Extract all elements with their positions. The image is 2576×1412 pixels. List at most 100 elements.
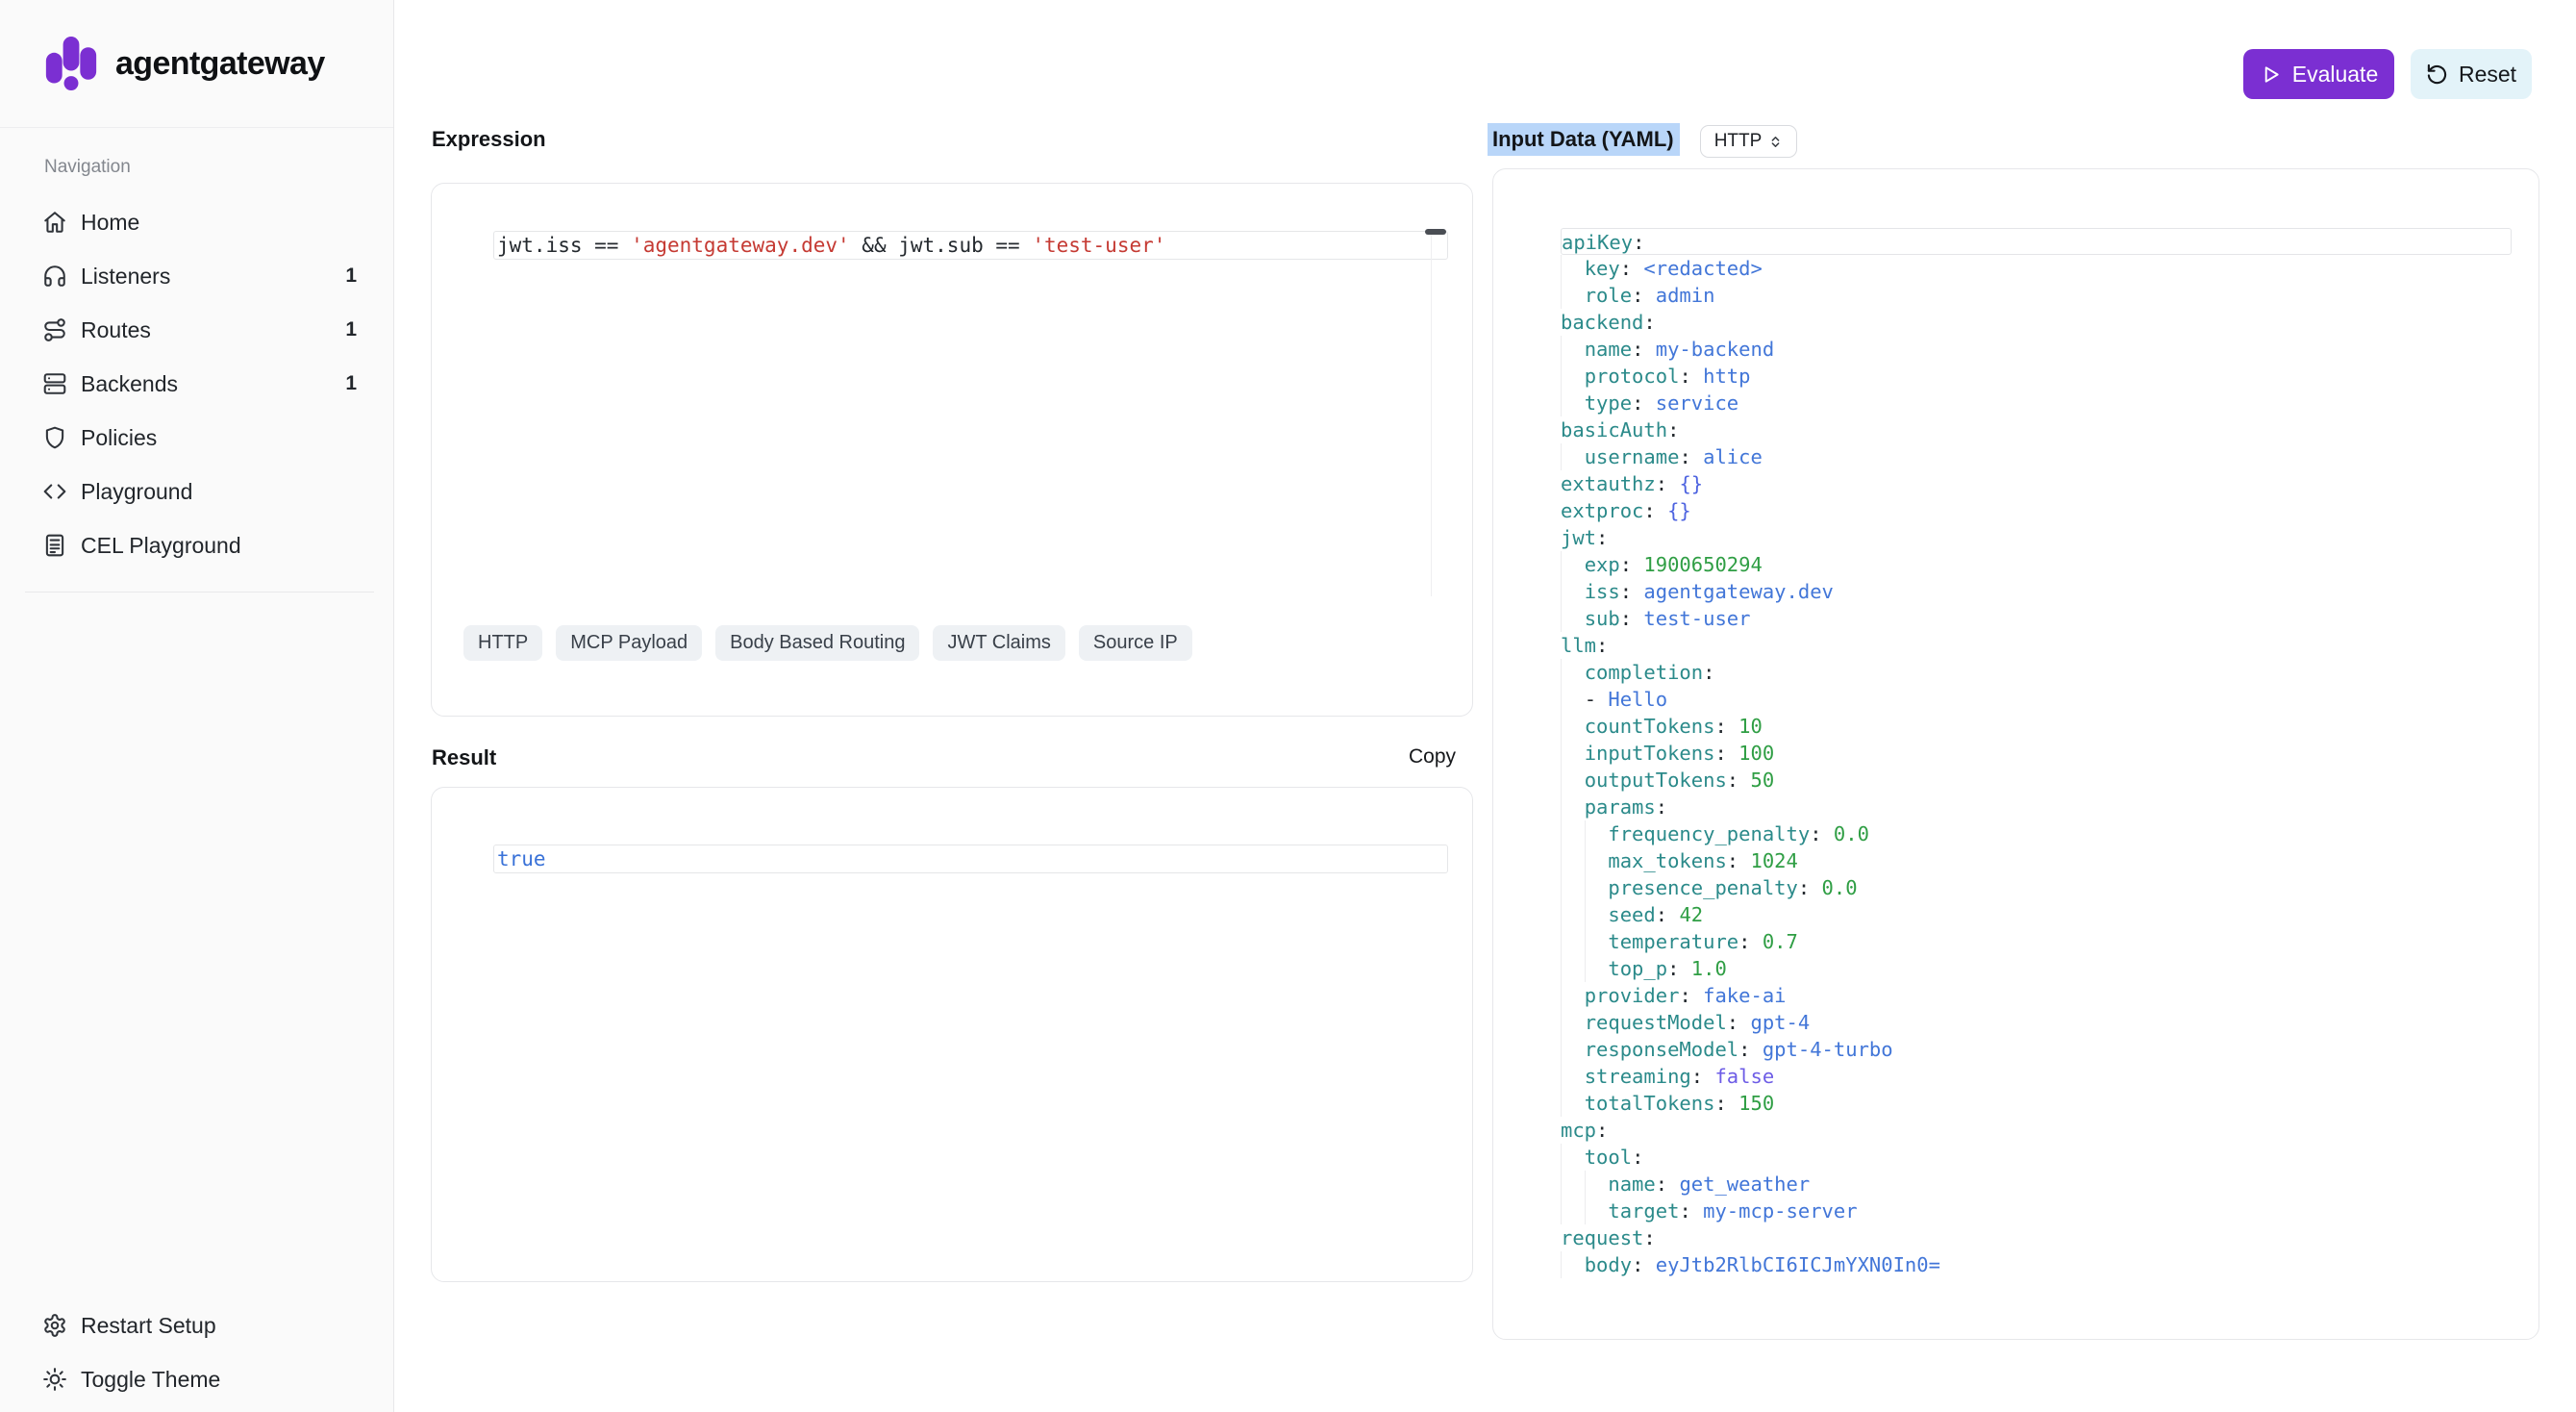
editor-scrollbar-thumb[interactable] [1425, 229, 1446, 235]
sidebar-item-home[interactable]: Home [23, 195, 376, 249]
indent-guide [1585, 928, 1609, 955]
yaml-line: backend: [1561, 309, 2512, 336]
yaml-key: exp [1585, 553, 1620, 576]
yaml-key: outputTokens [1585, 769, 1727, 792]
yaml-colon: : [1691, 1065, 1703, 1088]
home-icon [42, 210, 67, 235]
yaml-line: inputTokens: 100 [1561, 740, 2512, 767]
indent-guide [1561, 955, 1585, 982]
editor-scrollbar-track [1431, 229, 1432, 596]
yaml-value: gpt-4 [1750, 1011, 1810, 1034]
yaml-value: 150 [1738, 1092, 1774, 1115]
yaml-key: presence_penalty [1608, 876, 1797, 899]
yaml-colon: : [1679, 445, 1690, 468]
yaml-key: provider [1585, 984, 1680, 1007]
indent-guide [1561, 1251, 1585, 1278]
indent-guide [1585, 1198, 1609, 1224]
yaml-line: basicAuth: [1561, 416, 2512, 443]
yaml-key: max_tokens [1608, 849, 1726, 872]
sidebar-item-count: 1 [345, 318, 363, 341]
yaml-key: body [1585, 1253, 1632, 1276]
yaml-colon: : [1620, 553, 1632, 576]
result-title: Result [432, 745, 496, 770]
sidebar-item-playground[interactable]: Playground [23, 465, 376, 518]
indent-guide [1561, 282, 1585, 309]
indent-guide [1585, 955, 1609, 982]
yaml-line: countTokens: 10 [1561, 713, 2512, 740]
indent-guide [1561, 794, 1585, 820]
yaml-colon: : [1810, 822, 1821, 845]
sidebar-item-label: CEL Playground [81, 533, 343, 559]
yaml-key: mcp [1561, 1119, 1596, 1142]
yaml-value: service [1656, 391, 1738, 415]
yaml-key: name [1608, 1172, 1655, 1196]
yaml-editor[interactable]: apiKey:key: <redacted>role: adminbackend… [1493, 169, 2538, 1339]
yaml-value: my-backend [1656, 338, 1774, 361]
indent-guide [1561, 578, 1585, 605]
sidebar-item-cel-playground[interactable]: CEL Playground [23, 518, 376, 572]
yaml-key: name [1585, 338, 1632, 361]
yaml-line: frequency_penalty: 0.0 [1561, 820, 2512, 847]
sample-tag-source-ip[interactable]: Source IP [1079, 625, 1192, 661]
sidebar-item-listeners[interactable]: Listeners1 [23, 249, 376, 303]
server-icon [42, 371, 67, 396]
yaml-line: presence_penalty: 0.0 [1561, 874, 2512, 901]
indent-guide [1561, 659, 1585, 686]
yaml-line: apiKey: [1561, 228, 2512, 255]
yaml-line: name: my-backend [1561, 336, 2512, 363]
sidebar-item-label: Home [81, 210, 343, 236]
indent-guide [1561, 1090, 1585, 1117]
yaml-line: streaming: false [1561, 1063, 2512, 1090]
input-mode-select[interactable]: HTTP [1700, 125, 1797, 158]
yaml-line: - Hello [1561, 686, 2512, 713]
sidebar-footer-items: Restart SetupToggle Theme [23, 1299, 376, 1406]
indent-guide [1585, 847, 1609, 874]
yaml-colon: : [1738, 930, 1750, 953]
expression-input[interactable]: jwt.iss == 'agentgateway.dev' && jwt.sub… [493, 231, 1448, 260]
sidebar-item-restart-setup[interactable]: Restart Setup [23, 1299, 376, 1352]
expression-token: 'test-user' [1032, 234, 1165, 257]
sidebar-item-policies[interactable]: Policies [23, 411, 376, 465]
yaml-colon: : [1633, 231, 1644, 254]
indent-guide [1561, 551, 1585, 578]
yaml-colon: : [1798, 876, 1810, 899]
yaml-value: 1.0 [1691, 957, 1727, 980]
yaml-colon: : [1632, 391, 1643, 415]
copy-button[interactable]: Copy [1409, 745, 1456, 769]
yaml-value: 0.0 [1822, 876, 1858, 899]
sample-tag-http[interactable]: HTTP [463, 625, 542, 661]
yaml-line: outputTokens: 50 [1561, 767, 2512, 794]
sidebar-item-toggle-theme[interactable]: Toggle Theme [23, 1352, 376, 1406]
indent-guide [1561, 336, 1585, 363]
sample-tag-body-based-routing[interactable]: Body Based Routing [715, 625, 919, 661]
expression-card: jwt.iss == 'agentgateway.dev' && jwt.sub… [431, 183, 1473, 717]
sidebar-item-backends[interactable]: Backends1 [23, 357, 376, 411]
yaml-line: completion: [1561, 659, 2512, 686]
yaml-value: gpt-4-turbo [1763, 1038, 1893, 1061]
yaml-colon: : [1727, 769, 1738, 792]
yaml-key: totalTokens [1585, 1092, 1715, 1115]
yaml-line: extproc: {} [1561, 497, 2512, 524]
brand[interactable]: agentgateway [0, 0, 393, 128]
yaml-value: get_weather [1679, 1172, 1810, 1196]
sample-tag-mcp-payload[interactable]: MCP Payload [556, 625, 702, 661]
yaml-line: requestModel: gpt-4 [1561, 1009, 2512, 1036]
yaml-key: sub [1585, 607, 1620, 630]
sun-icon [42, 1367, 67, 1392]
sample-expression-tags: HTTP MCP Payload Body Based Routing JWT Cla… [463, 625, 1192, 661]
result-value: true [497, 847, 546, 870]
yaml-value: my-mcp-server [1703, 1199, 1857, 1223]
indent-guide [1561, 820, 1585, 847]
sidebar-item-label: Backends [81, 371, 332, 397]
yaml-line: provider: fake-ai [1561, 982, 2512, 1009]
indent-guide [1561, 1063, 1585, 1090]
code-icon [42, 479, 67, 504]
yaml-line: llm: [1561, 632, 2512, 659]
yaml-line: tool: [1561, 1144, 2512, 1171]
sample-tag-jwt-claims[interactable]: JWT Claims [933, 625, 1064, 661]
yaml-key: streaming [1585, 1065, 1691, 1088]
sidebar-item-routes[interactable]: Routes1 [23, 303, 376, 357]
yaml-key: jwt [1561, 526, 1596, 549]
yaml-line: body: eyJtb2RlbCI6ICJmYXN0In0= [1561, 1251, 2512, 1278]
yaml-value: Hello [1608, 688, 1667, 711]
